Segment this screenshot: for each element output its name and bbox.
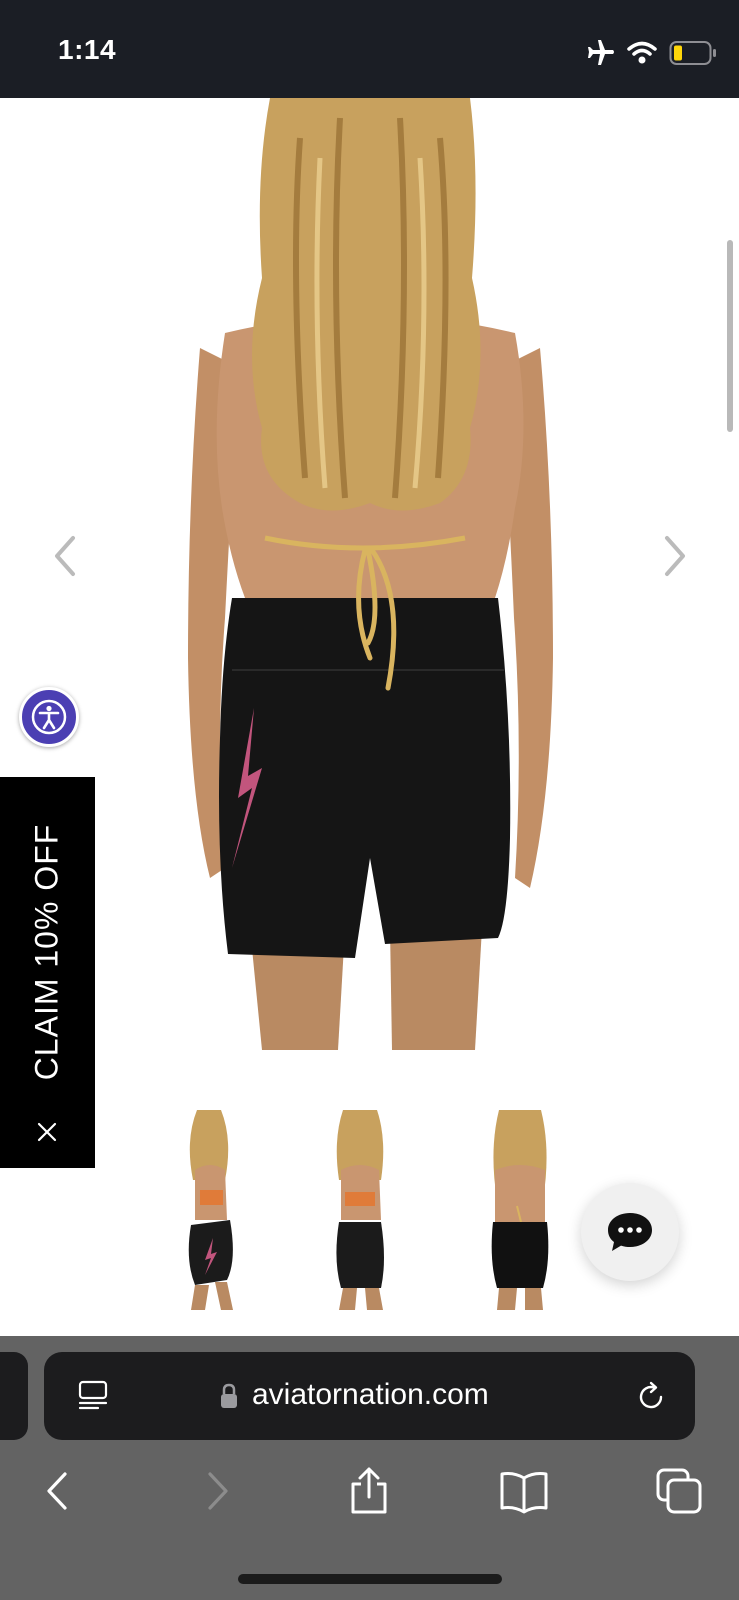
chat-button[interactable] [581, 1183, 679, 1281]
chevron-left-icon[interactable] [45, 526, 85, 586]
browser-toolbar [0, 1466, 739, 1526]
status-bar: 1:14 [0, 0, 739, 98]
thumbnail-back-view[interactable] [465, 1110, 575, 1310]
product-gallery: CLAIM 10% OFF [0, 98, 739, 1336]
bookmarks-icon[interactable] [499, 1466, 549, 1516]
previous-tab-pill[interactable] [0, 1352, 28, 1440]
claim-discount-label[interactable]: CLAIM 10% OFF [29, 824, 66, 1081]
forward-icon[interactable] [192, 1466, 242, 1516]
chat-bubble-icon [608, 1213, 652, 1251]
product-main-image[interactable] [0, 98, 739, 1050]
reader-mode-icon[interactable] [76, 1379, 110, 1413]
browser-bar: aviatornation.com [0, 1336, 739, 1600]
wifi-icon [627, 41, 657, 64]
address-bar[interactable]: aviatornation.com [44, 1352, 695, 1440]
thumbnail-side-view[interactable] [155, 1110, 265, 1310]
accessibility-button[interactable] [19, 687, 79, 747]
status-icons [585, 38, 717, 68]
chevron-right-icon[interactable] [655, 526, 695, 586]
accessibility-icon [31, 699, 67, 735]
status-time: 1:14 [58, 34, 117, 65]
close-icon[interactable] [35, 1120, 59, 1144]
lock-icon [221, 1383, 237, 1408]
battery-low-icon [669, 41, 716, 65]
reload-icon[interactable] [634, 1380, 668, 1414]
share-icon[interactable] [344, 1466, 394, 1516]
page-scrollbar[interactable] [727, 240, 733, 432]
thumbnail-front-view[interactable] [305, 1110, 415, 1310]
back-icon[interactable] [33, 1466, 83, 1516]
airplane-mode-icon [588, 40, 614, 65]
claim-discount-tab[interactable]: CLAIM 10% OFF [0, 777, 95, 1168]
url-text[interactable]: aviatornation.com [252, 1378, 489, 1412]
home-indicator [238, 1574, 502, 1584]
tabs-icon[interactable] [654, 1466, 704, 1516]
